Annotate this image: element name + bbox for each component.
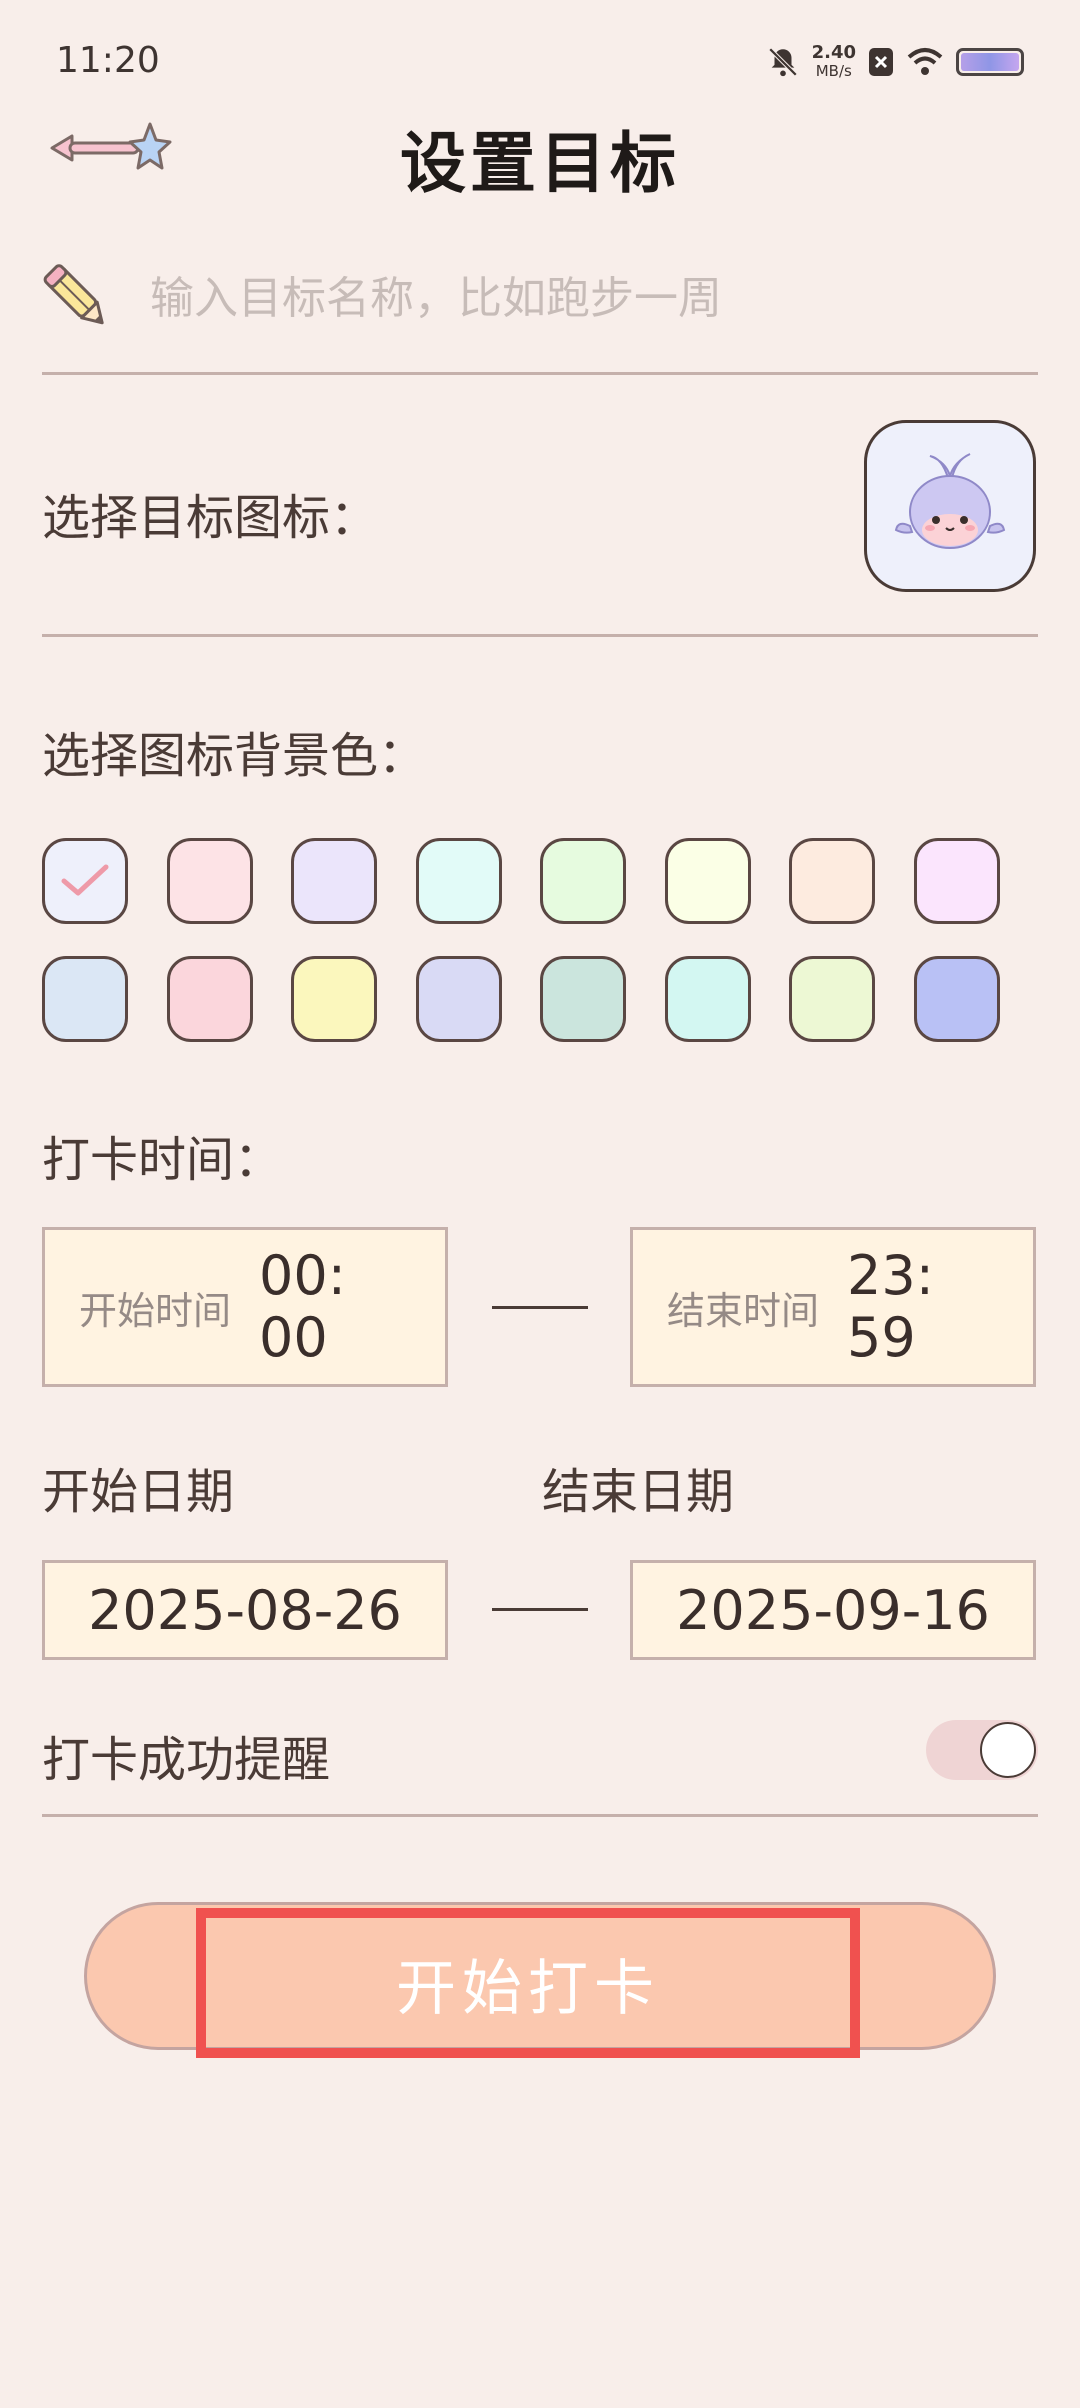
bell-off-icon [768,47,797,77]
color-swatch[interactable] [415,838,502,924]
color-swatch[interactable] [540,838,626,924]
page-title: 设置目标 [400,125,680,202]
color-swatch[interactable] [789,838,875,924]
checkmark-icon [61,864,109,896]
date-range-dash [492,1608,588,1611]
end-date-field[interactable]: 2025-09-16 [630,1560,1036,1660]
color-swatch-grid [42,838,1002,1044]
sim-blocked-icon [869,48,893,76]
end-time-value: 23:59 [847,1244,934,1369]
goal-name-input[interactable] [150,258,1030,338]
divider [42,1814,1038,1817]
toggle-knob [980,1722,1036,1778]
color-swatch[interactable] [664,956,751,1042]
start-date-label: 开始日期 [42,1464,235,1520]
color-swatch[interactable] [540,956,626,1042]
color-swatch[interactable] [913,838,1000,924]
icon-picker-button[interactable] [864,420,1036,592]
end-date-label: 结束日期 [542,1464,735,1520]
color-swatch[interactable] [291,838,377,924]
color-swatch[interactable] [42,838,128,924]
start-time-value: 00:00 [259,1244,346,1369]
reminder-label: 打卡成功提醒 [42,1732,331,1788]
start-date-field[interactable]: 2025-08-26 [42,1560,448,1660]
start-checkin-label[interactable]: 开始打卡 [196,1908,860,2058]
divider [42,634,1038,637]
end-time-label: 结束时间 [667,1288,820,1333]
icon-select-label: 选择目标图标： [42,490,379,546]
status-icons: 2.40 MB/s [766,40,1024,84]
time-range-dash [492,1306,588,1309]
end-time-field[interactable]: 结束时间 23:59 [630,1227,1036,1387]
color-swatch[interactable] [913,956,1000,1042]
start-time-field[interactable]: 开始时间 00:00 [42,1227,448,1387]
color-select-label: 选择图标背景色： [42,728,427,784]
wifi-icon [907,48,943,75]
status-time: 11:20 [56,40,160,81]
whale-icon [894,453,1006,549]
net-speed: 2.40 MB/s [811,42,856,81]
start-time-label: 开始时间 [79,1288,232,1333]
color-swatch[interactable] [789,956,875,1042]
reminder-toggle[interactable] [926,1720,1038,1780]
color-swatch[interactable] [415,956,502,1042]
color-swatch[interactable] [166,838,253,924]
pencil-icon [43,264,104,325]
color-swatch[interactable] [42,956,128,1042]
color-swatch[interactable] [166,956,253,1042]
color-swatch[interactable] [291,956,377,1042]
color-swatch[interactable] [664,838,751,924]
battery-icon [956,48,1024,76]
divider [42,372,1038,375]
checkin-time-label: 打卡时间： [42,1132,283,1188]
